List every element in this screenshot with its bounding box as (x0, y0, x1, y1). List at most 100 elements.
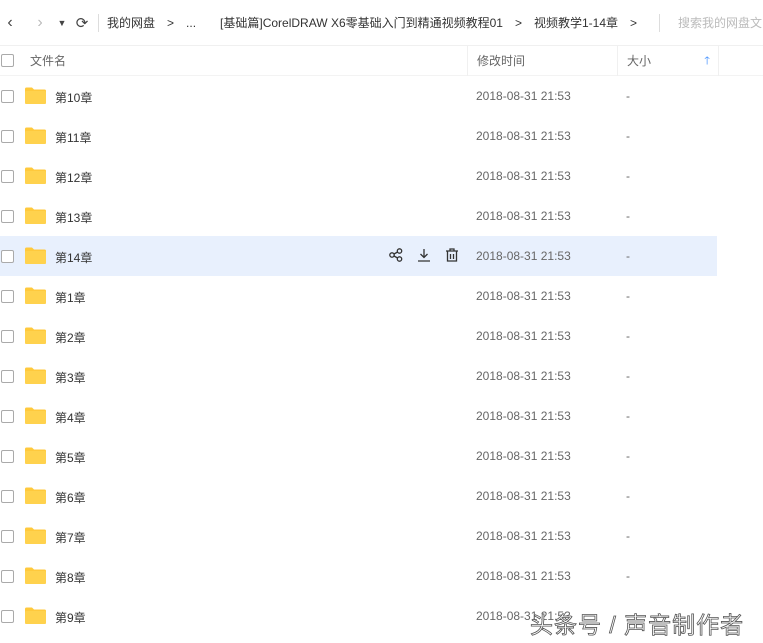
file-size: - (626, 409, 630, 423)
file-modified-time: 2018-08-31 21:53 (476, 569, 571, 583)
column-size-label: 大小 (627, 54, 652, 68)
file-name[interactable]: 第13章 (55, 209, 92, 226)
row-checkbox[interactable] (1, 370, 14, 383)
file-row[interactable]: 第2章 2018-08-31 21:53 - (0, 316, 717, 356)
breadcrumb-separator: > (630, 15, 638, 30)
row-checkbox[interactable] (1, 450, 14, 463)
history-dropdown-icon[interactable]: ▼ (54, 18, 70, 28)
row-checkbox[interactable] (1, 290, 14, 303)
file-size: - (626, 569, 630, 583)
folder-icon (25, 127, 46, 144)
file-name[interactable]: 第9章 (55, 609, 86, 626)
file-row[interactable]: 第5章 2018-08-31 21:53 - (0, 436, 717, 476)
folder-icon (25, 367, 46, 384)
file-name[interactable]: 第3章 (55, 369, 86, 386)
folder-icon (25, 247, 46, 264)
file-size: - (626, 169, 630, 183)
breadcrumb-separator: > (514, 15, 522, 30)
row-checkbox[interactable] (1, 610, 14, 623)
file-size: - (626, 329, 630, 343)
file-modified-time: 2018-08-31 21:53 (476, 489, 571, 503)
file-size: - (626, 449, 630, 463)
file-name[interactable]: 第11章 (55, 129, 91, 146)
file-size: - (626, 529, 630, 543)
folder-icon (25, 607, 46, 624)
breadcrumb-root[interactable]: 我的网盘 (107, 14, 155, 31)
row-checkbox[interactable] (1, 410, 14, 423)
row-checkbox[interactable] (1, 130, 14, 143)
file-modified-time: 2018-08-31 21:53 (476, 289, 571, 303)
file-modified-time: 2018-08-31 21:53 (476, 129, 571, 143)
folder-icon (25, 447, 46, 464)
column-modified-time[interactable]: 修改时间 (467, 46, 617, 76)
row-actions (388, 247, 460, 263)
file-row[interactable]: 第4章 2018-08-31 21:53 - (0, 396, 717, 436)
watermark: 头条号 / 声音制作者 (530, 612, 745, 639)
column-size[interactable]: 大小 🡑 (617, 46, 719, 76)
folder-icon (25, 527, 46, 544)
file-size: - (626, 289, 630, 303)
folder-icon (25, 327, 46, 344)
row-checkbox[interactable] (1, 530, 14, 543)
row-checkbox[interactable] (1, 250, 14, 263)
folder-icon (25, 207, 46, 224)
file-row[interactable]: 第8章 2018-08-31 21:53 - (0, 556, 717, 596)
file-size: - (626, 489, 630, 503)
file-size: - (626, 249, 630, 263)
file-list-header: 文件名 修改时间 大小 🡑 (0, 46, 763, 76)
share-icon[interactable] (388, 247, 404, 263)
folder-icon (25, 567, 46, 584)
file-size: - (626, 209, 630, 223)
file-row[interactable]: 第1章 2018-08-31 21:53 - (0, 276, 717, 316)
file-row[interactable]: 第6章 2018-08-31 21:53 - (0, 476, 717, 516)
divider (98, 13, 99, 32)
folder-icon (25, 287, 46, 304)
folder-icon (25, 487, 46, 504)
file-row[interactable]: 第7章 2018-08-31 21:53 - (0, 516, 717, 556)
file-modified-time: 2018-08-31 21:53 (476, 369, 571, 383)
file-name[interactable]: 第8章 (55, 569, 86, 586)
file-name[interactable]: 第7章 (55, 529, 86, 546)
file-row[interactable]: 第3章 2018-08-31 21:53 - (0, 356, 717, 396)
file-row[interactable]: 第10章 2018-08-31 21:53 - (0, 76, 717, 116)
row-checkbox[interactable] (1, 330, 14, 343)
refresh-icon[interactable]: ⟳ (74, 14, 90, 32)
row-checkbox[interactable] (1, 170, 14, 183)
file-name[interactable]: 第5章 (55, 449, 86, 466)
folder-icon (25, 87, 46, 104)
back-button[interactable]: ‹ (2, 14, 18, 32)
file-size: - (626, 129, 630, 143)
breadcrumb-current[interactable]: 视频教学1-14章 (534, 14, 618, 31)
file-row[interactable]: 第11章 2018-08-31 21:53 - (0, 116, 717, 156)
breadcrumb-course[interactable]: [基础篇]CorelDRAW X6零基础入门到精通视频教程01 (220, 14, 503, 31)
file-name[interactable]: 第6章 (55, 489, 86, 506)
file-modified-time: 2018-08-31 21:53 (476, 529, 571, 543)
toolbar: ‹ › ▼ ⟳ 我的网盘 > ... [基础篇]CorelDRAW X6零基础入… (0, 0, 763, 46)
file-row[interactable]: 第12章 2018-08-31 21:53 - (0, 156, 717, 196)
breadcrumb-ellipsis[interactable]: ... (186, 16, 196, 30)
row-checkbox[interactable] (1, 210, 14, 223)
file-size: - (626, 89, 630, 103)
file-modified-time: 2018-08-31 21:53 (476, 169, 571, 183)
file-name[interactable]: 第4章 (55, 409, 86, 426)
folder-icon (25, 167, 46, 184)
row-checkbox[interactable] (1, 570, 14, 583)
file-name[interactable]: 第14章 (55, 249, 92, 266)
file-name[interactable]: 第10章 (55, 89, 92, 106)
download-icon[interactable] (416, 247, 432, 263)
file-row[interactable]: 第14章 2018-08-31 21:53 - (0, 236, 717, 276)
row-checkbox[interactable] (1, 90, 14, 103)
file-name[interactable]: 第2章 (55, 329, 86, 346)
forward-button[interactable]: › (32, 14, 48, 32)
folder-icon (25, 407, 46, 424)
select-all-checkbox[interactable] (1, 54, 14, 67)
search-input[interactable]: 搜索我的网盘文 (659, 13, 762, 32)
sort-arrow-icon[interactable]: 🡑 (704, 46, 710, 76)
column-name[interactable]: 文件名 (30, 52, 66, 69)
file-name[interactable]: 第1章 (55, 289, 86, 306)
file-modified-time: 2018-08-31 21:53 (476, 449, 571, 463)
file-name[interactable]: 第12章 (55, 169, 92, 186)
row-checkbox[interactable] (1, 490, 14, 503)
delete-icon[interactable] (444, 247, 460, 263)
file-row[interactable]: 第13章 2018-08-31 21:53 - (0, 196, 717, 236)
